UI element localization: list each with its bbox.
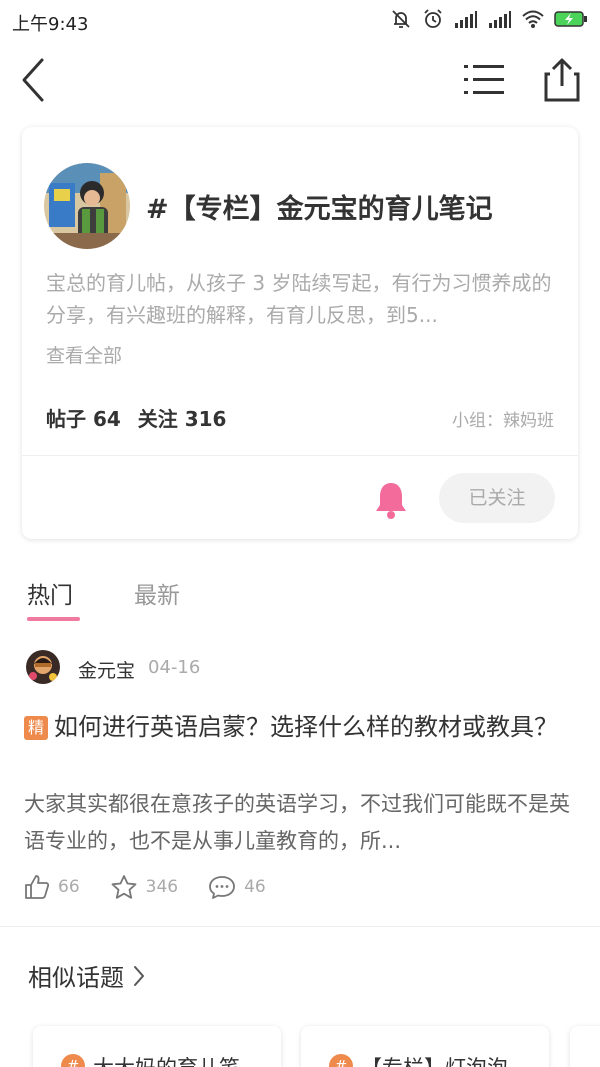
similar-topic-title: 大大妈的育儿笔 — [93, 1052, 240, 1067]
share-button[interactable] — [540, 56, 584, 104]
battery-charging-icon — [554, 11, 587, 27]
similar-topic-title: 【专栏】灯泡泡 — [361, 1052, 508, 1067]
like-button[interactable]: 66 — [24, 874, 80, 900]
signal-icon — [489, 11, 511, 28]
share-icon — [544, 58, 580, 102]
list-menu-icon — [464, 65, 504, 94]
post-actions: 66 346 46 — [24, 874, 296, 900]
follow-button[interactable]: 已关注 — [439, 473, 555, 523]
active-tab-indicator — [27, 617, 80, 621]
topic-card: #【专栏】金元宝的育儿笔记 宝总的育儿帖，从孩子 3 岁陆续写起，有行为习惯养成… — [22, 127, 578, 539]
featured-badge: 精 — [24, 716, 48, 740]
status-time: 上午9:43 — [12, 14, 89, 35]
follows-count: 关注 316 — [137, 407, 227, 431]
similar-topic-card[interactable] — [570, 1026, 600, 1067]
similar-topic-card[interactable]: # 大大妈的育儿笔 — [33, 1026, 281, 1067]
alarm-icon — [424, 9, 442, 28]
menu-button[interactable] — [460, 58, 508, 102]
back-button[interactable] — [14, 56, 54, 104]
mute-icon — [392, 10, 410, 28]
comment-button[interactable]: 46 — [208, 874, 266, 900]
nav-bar — [0, 48, 600, 112]
favorite-count: 346 — [145, 877, 179, 897]
signal-icon — [455, 11, 477, 28]
section-divider — [0, 926, 600, 927]
notify-button[interactable] — [372, 480, 410, 520]
hash-icon: # — [329, 1054, 353, 1067]
similar-topics-header[interactable]: 相似话题 — [28, 958, 146, 993]
like-count: 66 — [58, 877, 80, 897]
group-label[interactable]: 小组：辣妈班 — [452, 406, 554, 431]
post-author[interactable]: 金元宝 — [78, 656, 135, 683]
view-all-link[interactable]: 查看全部 — [46, 341, 122, 368]
comment-count: 46 — [244, 877, 266, 897]
comment-icon — [209, 876, 235, 899]
chevron-left-icon — [22, 58, 44, 102]
posts-count: 帖子 64 — [46, 407, 121, 431]
topic-stats: 帖子 64 关注 316 — [46, 403, 236, 432]
avatar[interactable] — [26, 650, 60, 684]
favorite-button[interactable]: 346 — [110, 874, 178, 900]
tab-bar: 热门 最新 — [0, 570, 600, 626]
status-bar: 上午9:43 — [0, 0, 600, 40]
card-divider — [22, 455, 578, 456]
topic-avatar — [44, 163, 130, 249]
post-title[interactable]: 精如何进行英语启蒙？选择什么样的教材或教具？ — [24, 708, 576, 746]
chevron-right-icon — [134, 965, 144, 986]
similar-topic-card[interactable]: # 【专栏】灯泡泡 — [301, 1026, 549, 1067]
post-date: 04-16 — [148, 657, 201, 678]
hash-icon: # — [61, 1054, 85, 1067]
wifi-icon — [522, 10, 544, 28]
star-icon — [111, 875, 137, 899]
topic-title: #【专栏】金元宝的育儿笔记 — [146, 194, 493, 225]
post-title-text: 如何进行英语启蒙？选择什么样的教材或教具？ — [54, 713, 558, 741]
bell-icon — [376, 483, 406, 519]
topic-description: 宝总的育儿帖，从孩子 3 岁陆续写起，有行为习惯养成的分享，有兴趣班的解释，有育… — [46, 271, 552, 327]
post-summary[interactable]: 大家其实都很在意孩子的英语学习，不过我们可能既不是英语专业的，也不是从事儿童教育… — [24, 786, 576, 862]
tab-hot[interactable]: 热门 — [27, 576, 73, 610]
thumbs-up-icon — [25, 875, 50, 899]
similar-topics-title: 相似话题 — [28, 964, 124, 992]
status-icons — [390, 8, 588, 30]
tab-latest[interactable]: 最新 — [134, 576, 180, 610]
